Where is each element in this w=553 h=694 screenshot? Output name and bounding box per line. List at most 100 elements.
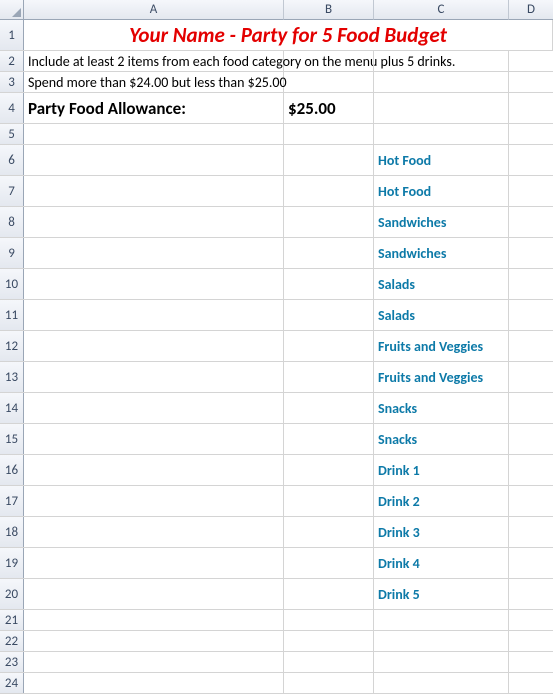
cell-b2[interactable]	[284, 51, 374, 71]
row-header[interactable]: 19	[0, 548, 24, 578]
category-cell[interactable]: Drink 5	[374, 579, 509, 609]
cell-b[interactable]	[284, 207, 374, 237]
cell-d[interactable]	[509, 631, 553, 651]
cell-b[interactable]	[284, 176, 374, 206]
row-header[interactable]: 16	[0, 455, 24, 485]
row-header[interactable]: 15	[0, 424, 24, 454]
cell-b[interactable]	[284, 486, 374, 516]
title-cell[interactable]: Your Name - Party for 5 Food Budget	[24, 20, 553, 50]
cell-b[interactable]	[284, 424, 374, 454]
category-cell[interactable]: Fruits and Veggies	[374, 331, 509, 361]
cell-b[interactable]	[284, 300, 374, 330]
cell-d[interactable]	[509, 331, 553, 361]
col-header-b[interactable]: B	[284, 0, 374, 20]
cell-d[interactable]	[509, 673, 553, 693]
cell-d[interactable]	[509, 269, 553, 299]
cell-d[interactable]	[509, 579, 553, 609]
category-cell[interactable]: Fruits and Veggies	[374, 362, 509, 392]
cell-b[interactable]	[284, 579, 374, 609]
row-header[interactable]: 21	[0, 610, 24, 630]
row-header[interactable]: 4	[0, 93, 24, 123]
cell-a[interactable]	[24, 362, 284, 392]
cell-b[interactable]	[284, 631, 374, 651]
cell-c[interactable]	[374, 652, 509, 672]
category-cell[interactable]: Salads	[374, 269, 509, 299]
cell-d[interactable]	[509, 238, 553, 268]
cell-b[interactable]	[284, 393, 374, 423]
cell-a[interactable]	[24, 486, 284, 516]
row-header[interactable]: 23	[0, 652, 24, 672]
category-cell[interactable]: Salads	[374, 300, 509, 330]
cell-d4[interactable]	[509, 93, 553, 123]
cell-d[interactable]	[509, 176, 553, 206]
category-cell[interactable]: Hot Food	[374, 145, 509, 175]
cell-b5[interactable]	[284, 124, 374, 144]
cell-d[interactable]	[509, 362, 553, 392]
cell-b[interactable]	[284, 548, 374, 578]
cell-b[interactable]	[284, 331, 374, 361]
cell-b[interactable]	[284, 238, 374, 268]
cell-d[interactable]	[509, 300, 553, 330]
cell-c3[interactable]	[374, 72, 509, 92]
cell-c[interactable]	[374, 673, 509, 693]
cell-a[interactable]	[24, 652, 284, 672]
cell-b3[interactable]	[284, 72, 374, 92]
cell-a[interactable]	[24, 269, 284, 299]
cell-d[interactable]	[509, 610, 553, 630]
row-header[interactable]: 3	[0, 72, 24, 92]
row-header[interactable]: 8	[0, 207, 24, 237]
row-header[interactable]: 18	[0, 517, 24, 547]
cell-d3[interactable]	[509, 72, 553, 92]
cell-c4[interactable]	[374, 93, 509, 123]
col-header-c[interactable]: C	[374, 0, 509, 20]
cell-d[interactable]	[509, 517, 553, 547]
col-header-a[interactable]: A	[24, 0, 284, 20]
cell-a[interactable]	[24, 176, 284, 206]
row-header[interactable]: 14	[0, 393, 24, 423]
row-header[interactable]: 1	[0, 20, 24, 50]
cell-a[interactable]	[24, 631, 284, 651]
cell-b[interactable]	[284, 145, 374, 175]
row-header[interactable]: 7	[0, 176, 24, 206]
cell-a[interactable]	[24, 331, 284, 361]
cell-a[interactable]	[24, 455, 284, 485]
cell-b[interactable]	[284, 673, 374, 693]
col-header-d[interactable]: D	[509, 0, 553, 20]
cell-b[interactable]	[284, 610, 374, 630]
row-header[interactable]: 10	[0, 269, 24, 299]
cell-a[interactable]	[24, 207, 284, 237]
allowance-value-cell[interactable]: $25.00	[284, 93, 374, 123]
cell-b[interactable]	[284, 362, 374, 392]
cell-c[interactable]	[374, 631, 509, 651]
cell-a[interactable]	[24, 145, 284, 175]
cell-c[interactable]	[374, 610, 509, 630]
cell-a[interactable]	[24, 579, 284, 609]
row-header[interactable]: 2	[0, 51, 24, 71]
row-header[interactable]: 22	[0, 631, 24, 651]
category-cell[interactable]: Hot Food	[374, 176, 509, 206]
row-header[interactable]: 5	[0, 124, 24, 144]
cell-d[interactable]	[509, 424, 553, 454]
row-header[interactable]: 6	[0, 145, 24, 175]
category-cell[interactable]: Drink 2	[374, 486, 509, 516]
cell-c2[interactable]	[374, 51, 509, 71]
cell-b[interactable]	[284, 455, 374, 485]
cell-d[interactable]	[509, 486, 553, 516]
allowance-label-cell[interactable]: Party Food Allowance:	[24, 93, 284, 123]
category-cell[interactable]: Drink 4	[374, 548, 509, 578]
category-cell[interactable]: Sandwiches	[374, 207, 509, 237]
cell-a5[interactable]	[24, 124, 284, 144]
cell-d[interactable]	[509, 455, 553, 485]
category-cell[interactable]: Drink 1	[374, 455, 509, 485]
cell-a[interactable]	[24, 238, 284, 268]
cell-a2[interactable]: Include at least 2 items from each food …	[24, 51, 284, 71]
row-header[interactable]: 13	[0, 362, 24, 392]
row-header[interactable]: 20	[0, 579, 24, 609]
row-header[interactable]: 9	[0, 238, 24, 268]
cell-a3[interactable]: Spend more than $24.00 but less than $25…	[24, 72, 284, 92]
cell-a[interactable]	[24, 548, 284, 578]
cell-b[interactable]	[284, 269, 374, 299]
category-cell[interactable]: Snacks	[374, 393, 509, 423]
cell-a[interactable]	[24, 424, 284, 454]
cell-a[interactable]	[24, 393, 284, 423]
